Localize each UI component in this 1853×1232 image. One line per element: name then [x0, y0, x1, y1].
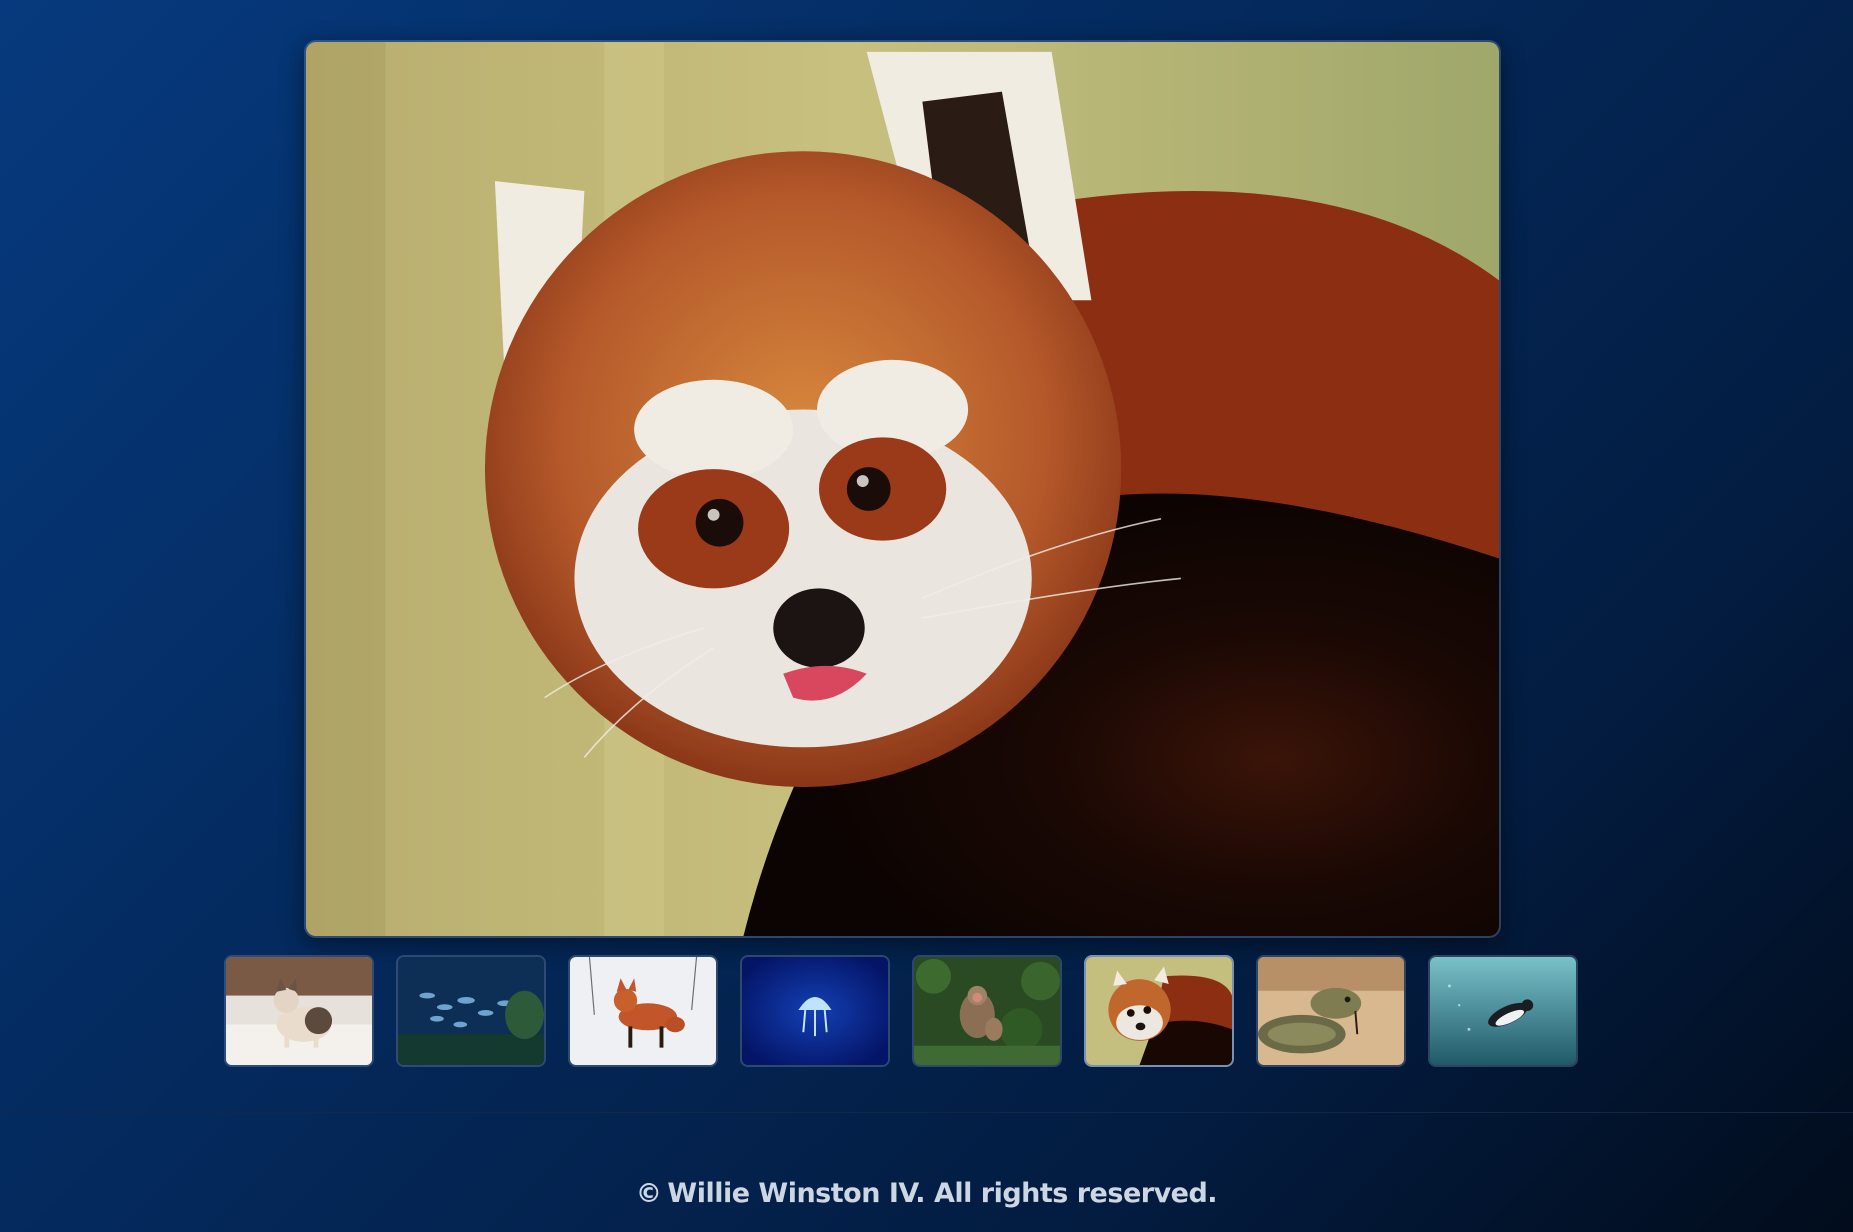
jellyfish-photo	[742, 957, 888, 1065]
thumbnail-jellyfish[interactable]	[740, 955, 890, 1067]
thumbnail-fish[interactable]	[396, 955, 546, 1067]
red-panda-photo	[1086, 957, 1232, 1065]
monkeys-photo	[914, 957, 1060, 1065]
cat-photo	[226, 957, 372, 1065]
thumbnail-strip	[224, 955, 1578, 1069]
footer: © Willie Winston IV. All rights reserved.	[0, 1178, 1853, 1209]
thumbnail-snake[interactable]	[1256, 955, 1406, 1067]
fox-in-snow-photo	[570, 957, 716, 1065]
thumbnail-cat[interactable]	[224, 955, 374, 1067]
penguin-photo	[1430, 957, 1576, 1065]
thumbnail-fox[interactable]	[568, 955, 718, 1067]
copyright-icon: ©	[635, 1179, 662, 1209]
snake-photo	[1258, 957, 1404, 1065]
main-image-viewer	[304, 40, 1501, 938]
copyright-text: Willie Winston IV. All rights reserved.	[667, 1178, 1218, 1209]
fish-school-photo	[398, 957, 544, 1065]
footer-divider	[0, 1112, 1853, 1113]
thumbnail-monkeys[interactable]	[912, 955, 1062, 1067]
thumbnail-red-panda[interactable]	[1084, 955, 1234, 1067]
red-panda-photo	[306, 42, 1499, 936]
thumbnail-penguin[interactable]	[1428, 955, 1578, 1067]
